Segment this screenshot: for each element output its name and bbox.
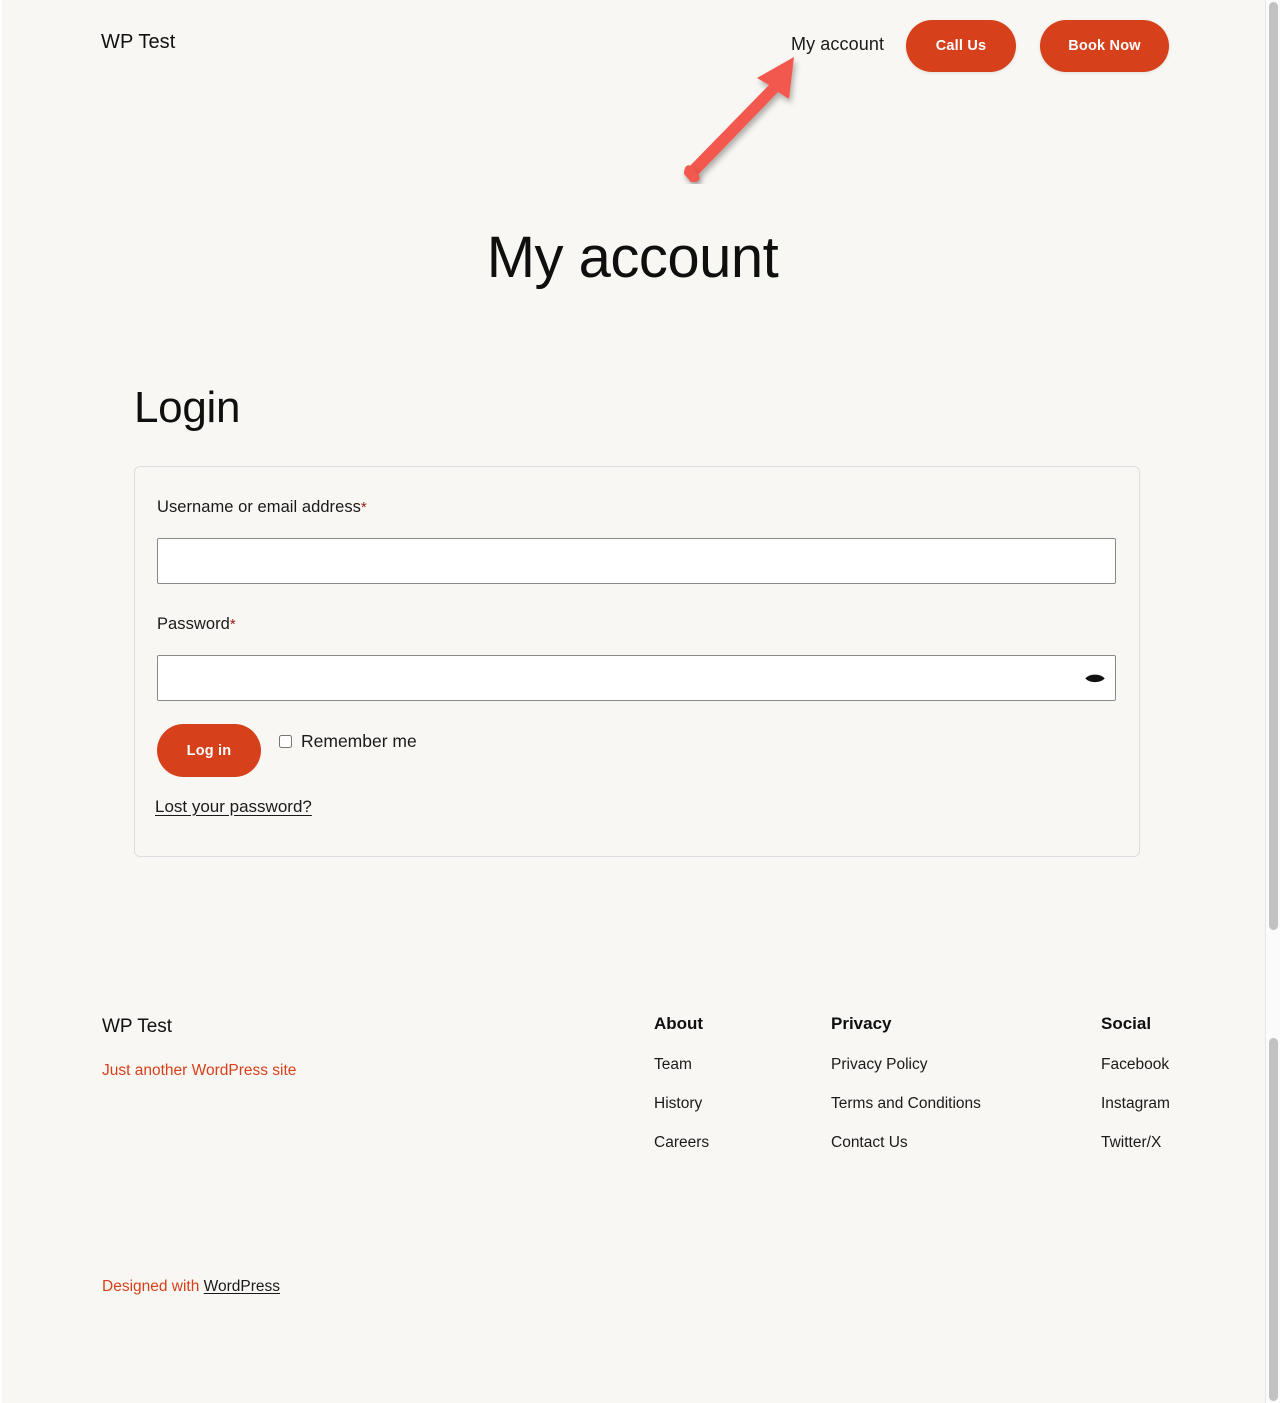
password-field-wrapper (157, 655, 1116, 701)
remember-me-group: Remember me (279, 731, 417, 752)
vertical-scrollbar-thumb-secondary[interactable] (1269, 1038, 1278, 1401)
username-input[interactable] (157, 538, 1116, 584)
footer-column-social: Social Facebook Instagram Twitter/X (1101, 1014, 1170, 1173)
footer-column-title: About (654, 1014, 704, 1033)
footer-link-team[interactable]: Team (654, 1056, 709, 1074)
lost-password-link[interactable]: Lost your password? (155, 797, 312, 817)
username-required-marker: * (360, 499, 367, 516)
password-field-label: Password* (157, 615, 236, 634)
footer-link-careers[interactable]: Careers (654, 1134, 709, 1152)
footer-column-title: Social (1101, 1014, 1152, 1033)
nav-link-my-account[interactable]: My account (791, 34, 884, 55)
vertical-scrollbar-thumb[interactable] (1269, 2, 1278, 930)
viewport-left-edge (0, 0, 2, 1403)
page-root: WP Test My account Call Us Book Now My a… (0, 0, 1280, 1403)
book-now-button[interactable]: Book Now (1040, 20, 1169, 72)
log-in-button[interactable]: Log in (157, 724, 261, 777)
footer-column-title: Privacy (831, 1014, 892, 1033)
colophon: Designed with WordPress (102, 1278, 280, 1296)
eye-icon (1084, 673, 1106, 683)
remember-me-checkbox[interactable] (279, 735, 292, 748)
username-label-text: Username or email address (157, 498, 361, 516)
site-title: WP Test (101, 31, 176, 53)
footer-column-about: About Team History Careers (654, 1014, 709, 1173)
call-us-button[interactable]: Call Us (906, 20, 1016, 72)
footer-tagline: Just another WordPress site (102, 1062, 297, 1079)
footer-column-privacy: Privacy Privacy Policy Terms and Conditi… (831, 1014, 981, 1173)
page-title: My account (486, 225, 779, 290)
password-input[interactable] (157, 655, 1116, 701)
footer-link-twitter-x[interactable]: Twitter/X (1101, 1134, 1170, 1152)
vertical-scrollbar-track[interactable] (1265, 0, 1280, 1403)
login-heading: Login (134, 383, 241, 432)
footer-link-contact-us[interactable]: Contact Us (831, 1134, 981, 1152)
footer-link-history[interactable]: History (654, 1095, 709, 1113)
username-field-label: Username or email address* (157, 498, 367, 517)
colophon-prefix: Designed with (102, 1278, 204, 1295)
password-required-marker: * (229, 616, 236, 633)
footer-brand: WP Test (102, 1016, 173, 1037)
footer-link-terms-and-conditions[interactable]: Terms and Conditions (831, 1095, 981, 1113)
footer-link-privacy-policy[interactable]: Privacy Policy (831, 1056, 981, 1074)
remember-me-label[interactable]: Remember me (301, 731, 417, 752)
password-label-text: Password (157, 615, 230, 633)
show-password-toggle-button[interactable] (1082, 666, 1108, 690)
colophon-wordpress-link[interactable]: WordPress (204, 1278, 280, 1295)
footer-link-facebook[interactable]: Facebook (1101, 1056, 1170, 1074)
site-header: WP Test My account Call Us Book Now (0, 0, 1265, 92)
footer-link-instagram[interactable]: Instagram (1101, 1095, 1170, 1113)
